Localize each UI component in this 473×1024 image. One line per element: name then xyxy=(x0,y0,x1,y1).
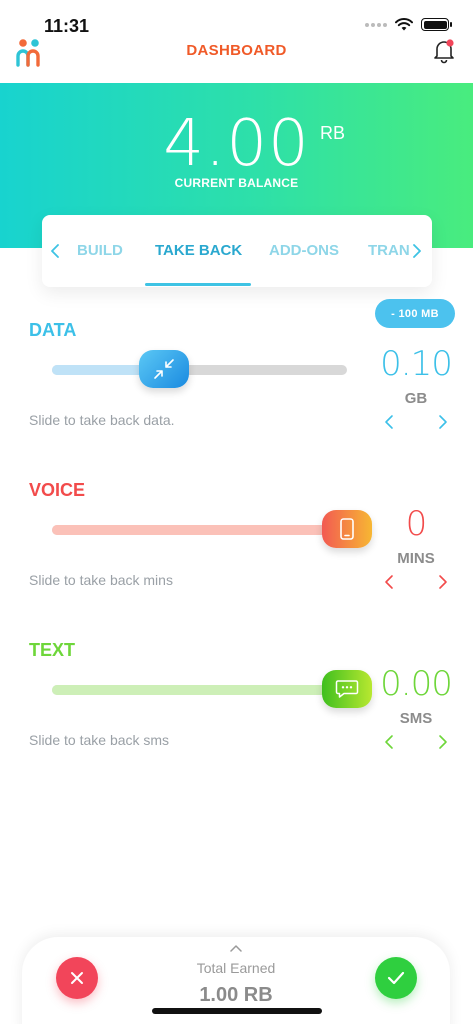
active-tab-indicator xyxy=(145,283,251,286)
text-section: TEXT 0.00 SMS Slide to take back sms xyxy=(0,640,473,790)
balance-label: CURRENT BALANCE xyxy=(174,176,299,190)
tab-transfer[interactable]: TRAN xyxy=(368,242,410,259)
data-slider-track[interactable] xyxy=(52,365,347,375)
phone-icon xyxy=(340,518,354,540)
voice-increase-chevron-right-icon[interactable] xyxy=(436,574,450,590)
text-hint: Slide to take back sms xyxy=(29,732,170,748)
data-section: DATA - 100 MB 0.10 GB Slide to take back… xyxy=(0,299,473,470)
tab-build[interactable]: BUILD xyxy=(77,242,123,259)
battery-icon xyxy=(421,18,452,31)
data-decrease-chevron-left-icon[interactable] xyxy=(382,414,396,430)
tab-add-ons[interactable]: ADD-ONS xyxy=(269,242,339,259)
text-unit: SMS xyxy=(399,710,433,727)
text-slider-thumb[interactable] xyxy=(322,670,372,708)
balance-value: 4.00 xyxy=(163,107,310,181)
text-amount: 0.00 xyxy=(380,664,453,704)
data-hint: Slide to take back data. xyxy=(29,412,175,428)
text-slider-track[interactable] xyxy=(52,685,347,695)
tabs-scroll-right-button[interactable] xyxy=(410,239,424,263)
voice-slider-fill xyxy=(52,525,347,535)
status-icons xyxy=(365,18,452,31)
chevron-right-icon xyxy=(413,244,421,258)
text-decrease-chevron-left-icon[interactable] xyxy=(382,734,396,750)
voice-unit: MINS xyxy=(397,550,435,567)
voice-steppers xyxy=(380,574,452,592)
home-indicator xyxy=(152,1008,322,1014)
check-icon xyxy=(387,971,405,985)
data-amount-chip: - 100 MB xyxy=(375,299,455,328)
data-amount: 0.10 xyxy=(380,344,453,384)
data-unit: GB xyxy=(404,390,428,407)
data-slider-thumb[interactable] xyxy=(139,350,190,388)
tabs-bar: BUILD TAKE BACK ADD-ONS TRAN xyxy=(42,215,432,287)
app-header: DASHBOARD xyxy=(0,36,473,76)
signal-icon xyxy=(365,22,387,27)
chevron-up-icon[interactable] xyxy=(230,944,242,952)
tab-take-back[interactable]: TAKE BACK xyxy=(155,242,242,259)
balance-unit: RB xyxy=(320,123,346,143)
voice-hint: Slide to take back mins xyxy=(29,572,173,588)
text-increase-chevron-right-icon[interactable] xyxy=(436,734,450,750)
tabs-scroll-left-button[interactable] xyxy=(48,239,62,263)
voice-slider-track[interactable] xyxy=(52,525,347,535)
text-steppers xyxy=(380,734,452,752)
data-steppers xyxy=(380,414,452,432)
balance-display: 4.00 RB xyxy=(0,107,473,181)
data-title: DATA xyxy=(29,320,77,340)
data-increase-chevron-right-icon[interactable] xyxy=(436,414,450,430)
wifi-icon xyxy=(395,18,413,31)
chat-bubble-icon xyxy=(335,680,359,698)
text-slider-fill xyxy=(52,685,347,695)
chevron-left-icon xyxy=(51,244,59,258)
compress-arrows-icon xyxy=(154,359,174,379)
text-title: TEXT xyxy=(29,640,76,660)
confirm-button[interactable] xyxy=(375,957,417,999)
voice-section: VOICE 0 MINS Slide to take back mins xyxy=(0,480,473,630)
voice-title: VOICE xyxy=(29,480,86,500)
voice-amount: 0 xyxy=(405,504,428,544)
notification-bell-icon[interactable] xyxy=(433,38,455,64)
status-time: 11:31 xyxy=(44,16,90,36)
page-title: DASHBOARD xyxy=(186,42,287,59)
voice-decrease-chevron-left-icon[interactable] xyxy=(382,574,396,590)
voice-slider-thumb[interactable] xyxy=(322,510,372,548)
